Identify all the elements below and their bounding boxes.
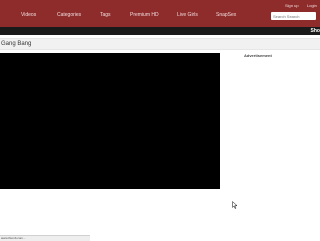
signup-link[interactable]: Sign up (285, 3, 299, 8)
nav-categories[interactable]: Categories (57, 12, 81, 18)
status-url: www.thumb.com... (1, 236, 26, 240)
nav-live-girls[interactable]: Live Girls (177, 12, 198, 18)
mouse-cursor-icon (232, 201, 238, 209)
nav-snapsex[interactable]: SnapSex (216, 12, 236, 18)
secondary-bar-link[interactable]: Sho (311, 28, 320, 34)
browser-status-bar: www.thumb.com... (0, 235, 90, 241)
video-player[interactable] (0, 53, 220, 189)
page-title: Gang Bang (1, 41, 32, 47)
search-input[interactable] (271, 12, 316, 20)
top-navigation-bar: Videos Categories Tags Premium HD Live G… (0, 0, 320, 27)
secondary-bar: Sho (0, 27, 320, 35)
advertisement-label: Advertisement (244, 53, 272, 58)
nav-premium-hd[interactable]: Premium HD (130, 12, 159, 18)
nav-videos[interactable]: Videos (21, 12, 36, 18)
login-link[interactable]: Login (307, 3, 317, 8)
page-title-bar: Gang Bang (0, 38, 320, 50)
nav-tags[interactable]: Tags (100, 12, 111, 18)
